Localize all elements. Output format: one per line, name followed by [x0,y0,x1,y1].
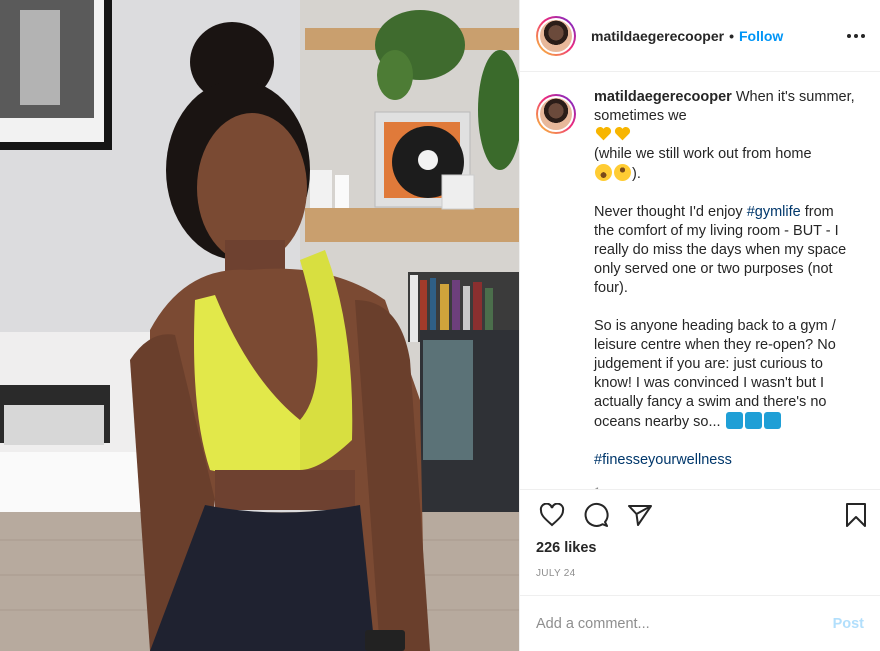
follow-button[interactable]: Follow [739,28,783,44]
caption-paragraph-1: matildaegerecooper When it's summer, som… [594,88,856,184]
caption-line: Never thought I'd enjoy [594,204,743,220]
sweat-smile-emoji-icon [595,164,612,181]
comment-input[interactable] [536,615,833,632]
comment-bar: Post [520,595,880,651]
caption-paragraph-4: #finesseyourwellness [594,451,856,470]
caption-text: matildaegerecooper When it's summer, som… [594,88,856,489]
hashtag-link[interactable]: #gymlife [747,204,801,220]
share-icon[interactable] [624,499,656,531]
swimmer-emoji-icon [763,412,781,429]
post-header: matildaegerecooper • Follow [520,0,880,72]
caption-line: ). [632,166,641,182]
caption-avatar[interactable] [536,94,576,134]
caption-line: (while we still work out from home [594,146,812,162]
caption-username[interactable]: matildaegerecooper [594,89,732,105]
more-options-icon[interactable] [844,24,868,48]
photo-image [0,0,519,651]
caption-paragraph-2: Never thought I'd enjoy #gymlife from th… [594,203,856,298]
yellow-heart-emoji-icon [595,126,612,141]
post-comment-button[interactable]: Post [833,616,864,632]
swimmer-emoji-icon [744,412,762,429]
caption-section: matildaegerecooper When it's summer, som… [520,72,880,490]
author-username[interactable]: matildaegerecooper [591,28,724,44]
post-photo[interactable] [0,0,519,651]
post-time-ago[interactable]: 1w [594,483,856,489]
upside-down-face-emoji-icon [614,164,631,181]
separator-dot: • [729,27,734,44]
swimmer-emoji-icon [725,412,743,429]
likes-count[interactable]: 226 likes [520,540,880,556]
bookmark-icon[interactable] [840,499,872,531]
author-avatar[interactable] [536,15,576,56]
yellow-heart-emoji-icon [614,126,631,141]
caption-line: So is anyone heading back to a gym / lei… [594,318,836,430]
heart-icon[interactable] [536,499,568,531]
action-bar [520,490,880,540]
hashtag-link[interactable]: #finesseyourwellness [594,452,732,468]
caption-paragraph-3: So is anyone heading back to a gym / lei… [594,317,856,432]
post-date[interactable]: JULY 24 [520,556,880,579]
comment-icon[interactable] [580,499,612,531]
instagram-post-view: matildaegerecooper • Follow matildaegere… [0,0,880,651]
post-side-panel: matildaegerecooper • Follow matildaegere… [519,0,880,651]
